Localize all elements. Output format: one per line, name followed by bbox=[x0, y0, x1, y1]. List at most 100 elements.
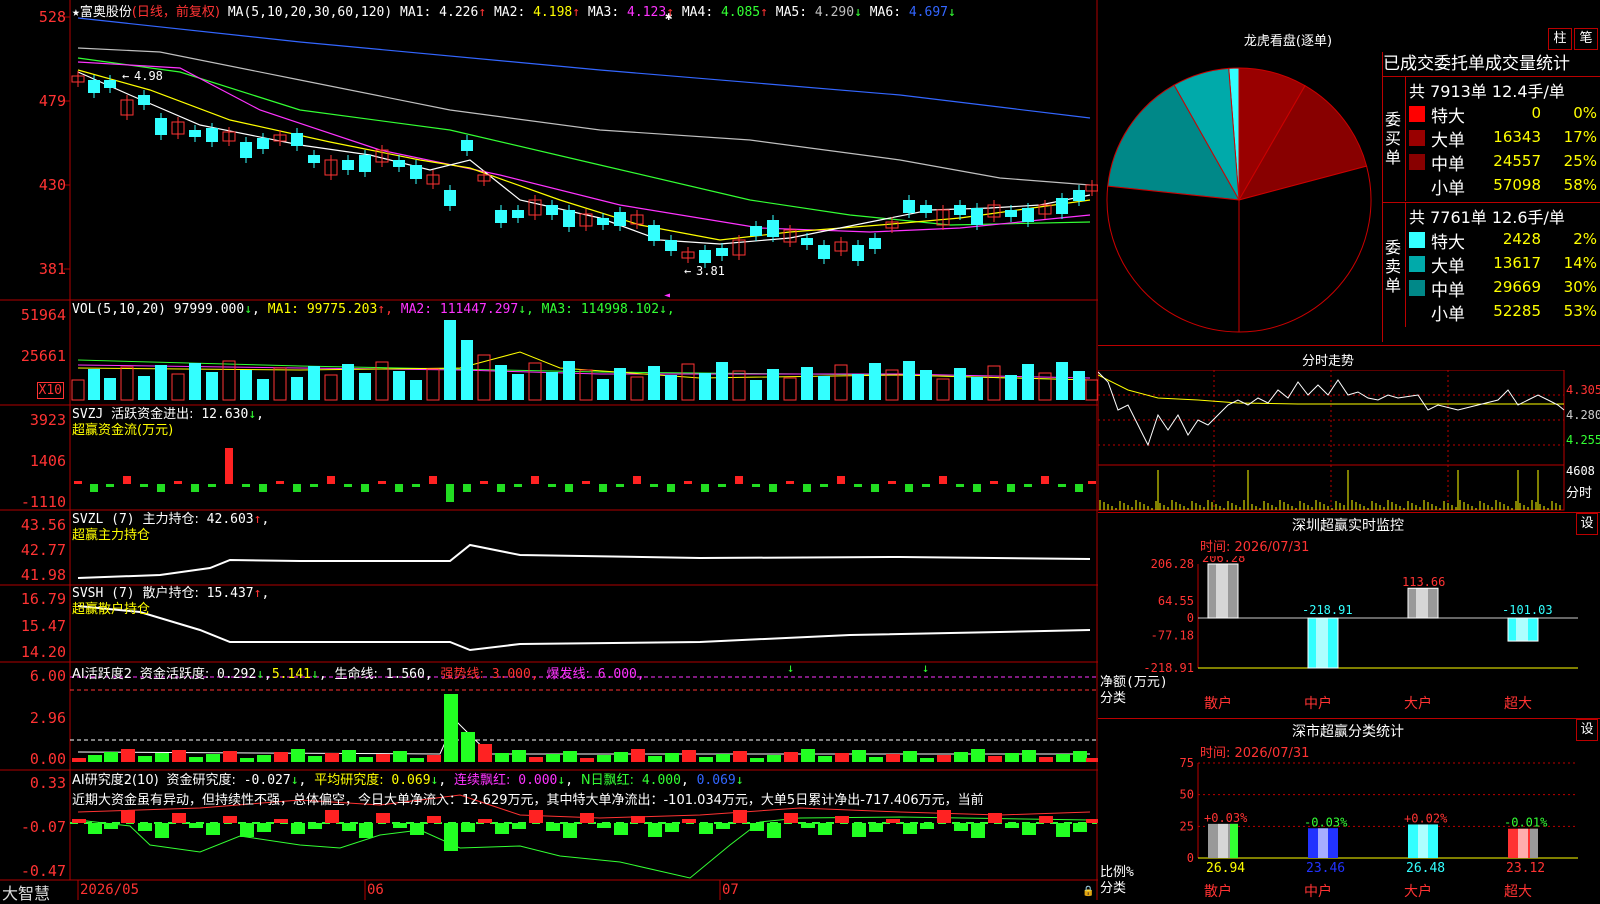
active-bar bbox=[631, 749, 645, 762]
ai-research-header: AI研究度2(10) 资金研究度: -0.027↓, 平均研究度: 0.069↓… bbox=[72, 771, 1096, 811]
research-bar bbox=[359, 823, 373, 838]
order-stats-table: 已成交委托单成交量统计 委买单 共 7913单 12.4手/单 特大 0 0% 大单 1… bbox=[1382, 52, 1600, 342]
research-bar bbox=[444, 823, 458, 851]
research-bar bbox=[954, 823, 968, 831]
fund-flow-bar bbox=[922, 484, 930, 487]
class-bar-highlight bbox=[1418, 824, 1428, 858]
class-bar-accent bbox=[1230, 823, 1238, 858]
price-low-value: 3.81 bbox=[696, 264, 725, 278]
fund-flow-bar bbox=[361, 484, 369, 492]
research-green-line bbox=[77, 816, 1091, 879]
ma-item-name: MA2: bbox=[493, 5, 534, 20]
ai-life-label: 生命线: bbox=[334, 667, 378, 682]
active-bar bbox=[444, 694, 458, 762]
active-bar bbox=[410, 758, 424, 762]
monitor-settings-button[interactable]: 设 bbox=[1576, 513, 1598, 535]
volume-bar bbox=[444, 320, 456, 400]
active-bar bbox=[529, 757, 543, 762]
monitor-bar-label: -101.03 bbox=[1502, 603, 1553, 617]
candle-down bbox=[1022, 208, 1034, 222]
svzl-subtitle: 超赢主力持仓 bbox=[72, 528, 151, 543]
class-settings-button[interactable]: 设 bbox=[1576, 719, 1598, 741]
research-tick: -0.07 bbox=[20, 818, 66, 836]
research-bar bbox=[172, 813, 186, 823]
intraday-chart[interactable] bbox=[1098, 370, 1600, 512]
down-arrow-icon: ↓ bbox=[922, 661, 929, 675]
active-bar bbox=[937, 755, 951, 762]
active-bar bbox=[580, 758, 594, 762]
active-bar bbox=[546, 754, 560, 762]
monitor-category: 大户 bbox=[1404, 695, 1432, 712]
fund-flow-bar bbox=[395, 484, 403, 492]
class-bar-change: +0.02% bbox=[1404, 811, 1448, 825]
vol-arrow: ↓ bbox=[244, 302, 253, 317]
bar-mode-button[interactable]: 柱 bbox=[1548, 28, 1572, 50]
research-bar bbox=[495, 823, 509, 834]
active-bar bbox=[818, 756, 832, 762]
fund-flow-bar bbox=[786, 481, 794, 484]
active-bar bbox=[88, 755, 102, 762]
volume-bar bbox=[987, 365, 1001, 401]
lhb-title: 龙虎看盘(逐单) bbox=[1243, 34, 1333, 49]
research-bar bbox=[291, 823, 305, 834]
volume-bar bbox=[954, 368, 966, 400]
volume-bar bbox=[324, 374, 338, 401]
active-bar bbox=[784, 752, 798, 762]
research-bar bbox=[410, 823, 424, 835]
ma-item-arrow: ↑ bbox=[478, 5, 494, 20]
volume-bar bbox=[716, 362, 728, 400]
order-volume: 57098 bbox=[1493, 176, 1541, 194]
active-bar bbox=[648, 756, 662, 762]
volume-bar bbox=[801, 367, 813, 400]
active-bar bbox=[342, 750, 356, 762]
research-bar bbox=[88, 823, 102, 834]
class-bar-highlight bbox=[1518, 828, 1528, 858]
fund-flow-bar bbox=[327, 476, 335, 484]
vol-ma-value: 111447.297 bbox=[439, 302, 519, 317]
fund-flow-bar bbox=[90, 484, 98, 492]
active-bar bbox=[886, 754, 900, 762]
volume-bar bbox=[750, 380, 762, 400]
candle-down bbox=[648, 225, 660, 241]
tick-mode-button[interactable]: 笔 bbox=[1574, 28, 1598, 50]
ma6-line bbox=[77, 17, 1091, 119]
fund-flow-bar bbox=[854, 484, 862, 487]
ai-active-header: AI活跃度2 资金活跃度: 0.292↓,5.141↓, 生命线: 1.560,… bbox=[72, 667, 645, 682]
fund-flow-bar bbox=[378, 481, 386, 484]
volume-bar bbox=[240, 370, 252, 400]
price-high-value: 4.98 bbox=[134, 69, 163, 83]
active-bar bbox=[852, 750, 866, 762]
vol-header: VOL(5,10,20) 97999.000 ↓, MA1: 99775.203↑… bbox=[72, 302, 675, 317]
stock-name[interactable]: 富奥股份 bbox=[80, 5, 132, 20]
ma-item-value: 4.290 bbox=[814, 5, 855, 20]
vol-tick: 25661 bbox=[20, 347, 66, 365]
order-volume: 13617 bbox=[1493, 254, 1541, 272]
monitor-bar-label: 113.66 bbox=[1402, 575, 1445, 589]
candle-down bbox=[903, 200, 915, 213]
ma-item-value: 4.198 bbox=[533, 5, 573, 20]
research-bar bbox=[325, 810, 339, 823]
ai-red-label: 连续飘红: bbox=[454, 773, 511, 788]
fund-flow-bar bbox=[429, 476, 437, 484]
candle-down bbox=[342, 160, 354, 170]
volume-bar bbox=[903, 361, 915, 400]
svsh-value: 15.437 bbox=[206, 586, 254, 601]
kline-chart-area[interactable]: ← 4.98 ← 3.81 ◄ ✱ ↓ ↓ 🔒 bbox=[0, 0, 1098, 900]
order-size-label: 中单 bbox=[1431, 281, 1465, 301]
fund-flow-bar bbox=[157, 484, 165, 492]
monitor-bar-label: 206.28 bbox=[1202, 556, 1245, 565]
active-bar bbox=[750, 758, 764, 762]
volume-bar bbox=[189, 363, 201, 400]
star-icon: ★ bbox=[72, 5, 80, 20]
brand-logo[interactable]: 大智慧 bbox=[2, 880, 50, 904]
research-bar bbox=[529, 810, 543, 823]
candle-down bbox=[1073, 190, 1085, 201]
research-bar bbox=[835, 816, 849, 823]
volume-bar bbox=[528, 362, 542, 401]
research-bar bbox=[631, 816, 645, 823]
fund-flow-bar bbox=[412, 484, 420, 487]
legend-swatch bbox=[1409, 256, 1425, 272]
svzj-value: 12.630 bbox=[201, 407, 249, 422]
ma-item-name: MA3: bbox=[587, 5, 628, 20]
fund-flow-bar bbox=[837, 476, 845, 484]
